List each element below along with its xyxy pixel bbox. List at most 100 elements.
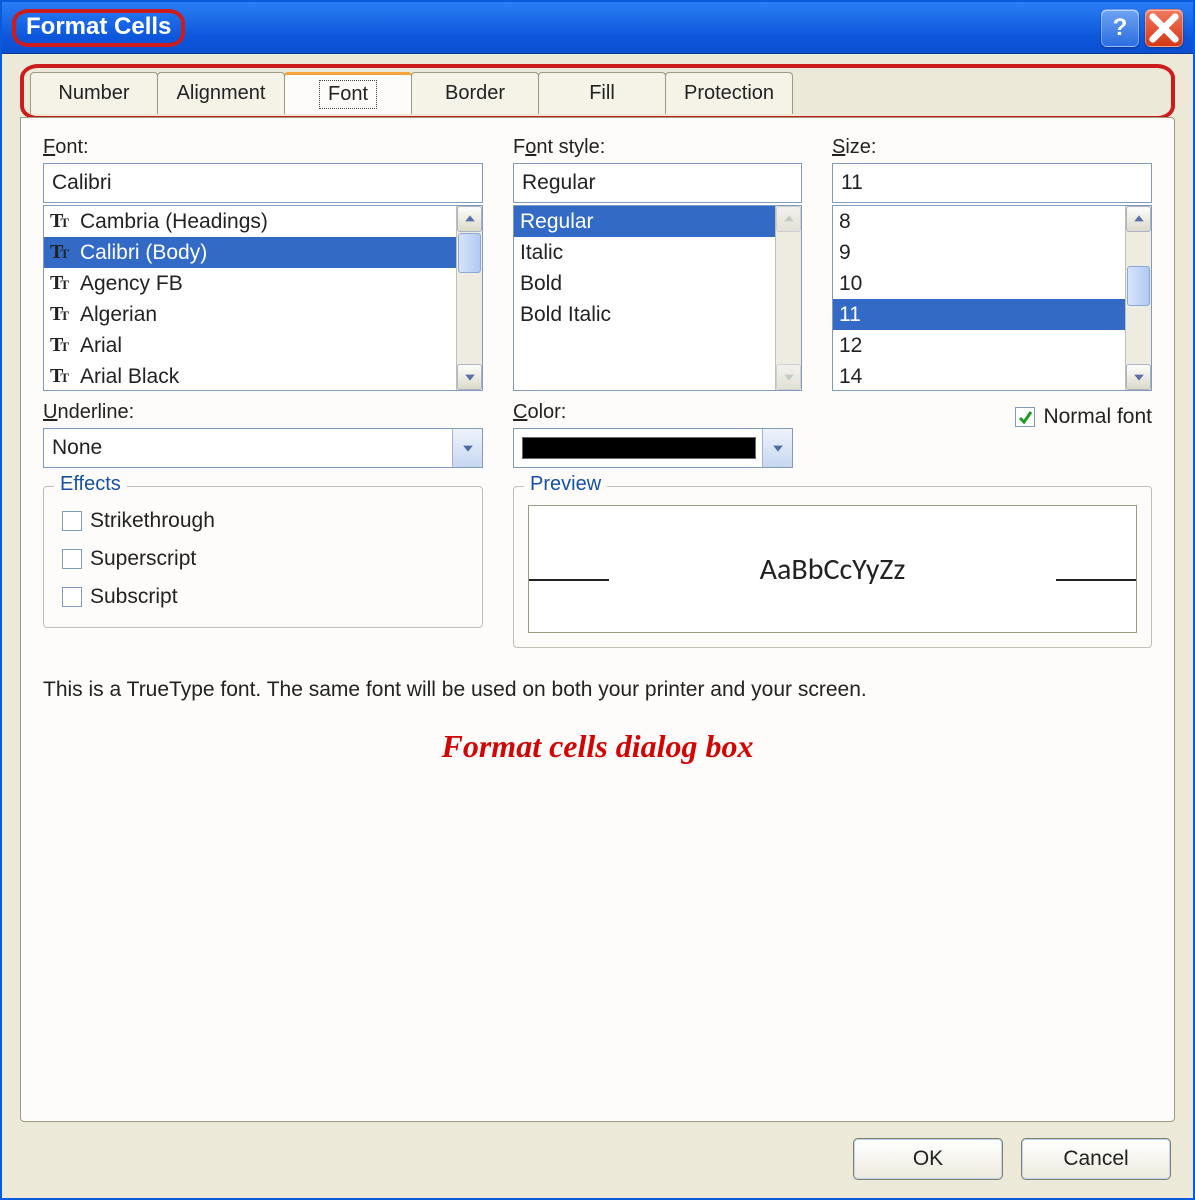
- scroll-up-button[interactable]: [457, 206, 482, 232]
- font-style-input[interactable]: [513, 163, 802, 203]
- list-item[interactable]: TTCambria (Headings): [44, 206, 456, 237]
- size-input[interactable]: [832, 163, 1152, 203]
- font-style-listbox[interactable]: RegularItalicBoldBold Italic: [513, 205, 802, 391]
- preview-box: AaBbCcYyZz: [528, 505, 1137, 633]
- tab-protection[interactable]: Protection: [665, 72, 793, 114]
- truetype-icon: TT: [50, 367, 74, 387]
- underline-column: Underline: None: [43, 401, 483, 468]
- effects-group: Effects StrikethroughSuperscriptSubscrip…: [43, 486, 483, 628]
- chevron-down-icon[interactable]: [762, 429, 792, 467]
- font-column: Font: TTCambria (Headings)TTCalibri (Bod…: [43, 136, 483, 391]
- underline-value: None: [52, 429, 452, 467]
- normal-font-checkbox[interactable]: Normal font: [1015, 401, 1152, 433]
- scroll-thumb[interactable]: [1127, 266, 1150, 306]
- preview-group: Preview AaBbCcYyZz: [513, 486, 1152, 648]
- subscript-checkbox[interactable]: Subscript: [62, 581, 464, 613]
- tab-label: Protection: [684, 82, 774, 105]
- tab-font[interactable]: Font: [284, 72, 412, 114]
- tab-number[interactable]: Number: [30, 72, 158, 114]
- checkbox-label: Superscript: [90, 547, 196, 571]
- cancel-button[interactable]: Cancel: [1021, 1138, 1171, 1180]
- list-item[interactable]: Italic: [514, 237, 775, 268]
- ok-button[interactable]: OK: [853, 1138, 1003, 1180]
- tab-label: Font: [322, 83, 374, 106]
- color-combo[interactable]: [513, 428, 793, 468]
- preview-group-col: Preview AaBbCcYyZz: [513, 486, 1152, 648]
- scroll-track[interactable]: [1126, 232, 1151, 364]
- preview-legend: Preview: [524, 473, 607, 496]
- tab-fill[interactable]: Fill: [538, 72, 666, 114]
- normal-font-label: Normal font: [1043, 405, 1152, 429]
- color-column: Color:: [513, 401, 793, 468]
- strikethrough-checkbox[interactable]: Strikethrough: [62, 505, 464, 537]
- truetype-icon: TT: [50, 305, 74, 325]
- underline-combo[interactable]: None: [43, 428, 483, 468]
- list-item[interactable]: 12: [833, 330, 1125, 361]
- scroll-up-button[interactable]: [1126, 206, 1151, 232]
- titlebar-controls: ?: [1101, 9, 1187, 47]
- list-item[interactable]: Bold: [514, 268, 775, 299]
- list-item-label: Agency FB: [80, 272, 183, 296]
- client-area: NumberAlignmentFontBorderFillProtection …: [2, 54, 1193, 1198]
- list-item[interactable]: TTAgency FB: [44, 268, 456, 299]
- font-style-label: Font style:: [513, 136, 802, 159]
- list-item[interactable]: TT Arial Black: [44, 361, 456, 390]
- list-item[interactable]: 14: [833, 361, 1125, 390]
- scroll-track: [776, 232, 801, 364]
- titlebar[interactable]: Format Cells ?: [2, 2, 1193, 54]
- tab-label: Fill: [589, 82, 615, 105]
- superscript-checkbox[interactable]: Superscript: [62, 543, 464, 575]
- tab-label: Number: [58, 82, 129, 105]
- list-item[interactable]: 11: [833, 299, 1125, 330]
- scroll-down-button[interactable]: [1126, 364, 1151, 390]
- scrollbar: [775, 206, 801, 390]
- tab-panel-font: Font: TTCambria (Headings)TTCalibri (Bod…: [20, 117, 1175, 1122]
- list-item[interactable]: 10: [833, 268, 1125, 299]
- format-cells-dialog: Format Cells ? Number Alignment Font Border…: [0, 0, 1195, 1200]
- list-item[interactable]: 8: [833, 206, 1125, 237]
- list-item[interactable]: TTAlgerian: [44, 299, 456, 330]
- font-label: Font:: [43, 136, 483, 159]
- effects-group-col: Effects StrikethroughSuperscriptSubscrip…: [43, 486, 483, 648]
- scrollbar[interactable]: [456, 206, 482, 390]
- tab-alignment[interactable]: Alignment: [157, 72, 285, 114]
- close-button[interactable]: [1145, 9, 1183, 47]
- list-item[interactable]: TT Arial: [44, 330, 456, 361]
- effects-legend: Effects: [54, 473, 127, 496]
- size-label: Size:: [832, 136, 1152, 159]
- truetype-icon: TT: [50, 212, 74, 232]
- size-listbox[interactable]: 8910111214: [832, 205, 1152, 391]
- checkbox-label: Subscript: [90, 585, 178, 609]
- font-input[interactable]: [43, 163, 483, 203]
- list-item-label: Calibri (Body): [80, 241, 207, 265]
- scroll-down-button[interactable]: [457, 364, 482, 390]
- list-item[interactable]: 9: [833, 237, 1125, 268]
- font-style-column: Font style: RegularItalicBoldBold Italic: [513, 136, 802, 391]
- truetype-icon: TT: [50, 336, 74, 356]
- tab-label: Border: [445, 82, 505, 105]
- checkbox-icon: [62, 511, 82, 531]
- scroll-thumb[interactable]: [458, 233, 481, 273]
- chevron-down-icon[interactable]: [452, 429, 482, 467]
- preview-sample: AaBbCcYyZz: [760, 551, 906, 588]
- color-swatch: [522, 437, 756, 459]
- scroll-down-button: [776, 364, 801, 390]
- tabs: Number Alignment Font Border Fill Protection: [30, 72, 1165, 114]
- scrollbar[interactable]: [1125, 206, 1151, 390]
- scroll-track[interactable]: [457, 232, 482, 364]
- color-label: Color:: [513, 401, 793, 424]
- checkbox-icon: [62, 587, 82, 607]
- help-button[interactable]: ?: [1101, 9, 1139, 47]
- list-item[interactable]: TTCalibri (Body): [44, 237, 456, 268]
- list-item[interactable]: Bold Italic: [514, 299, 775, 330]
- checkbox-label: Strikethrough: [90, 509, 215, 533]
- list-item[interactable]: Regular: [514, 206, 775, 237]
- list-item-label: Arial: [80, 334, 122, 358]
- dialog-buttons: OK Cancel: [20, 1122, 1175, 1184]
- checkbox-icon: [1015, 407, 1035, 427]
- font-note: This is a TrueType font. The same font w…: [43, 678, 1043, 702]
- tab-border[interactable]: Border: [411, 72, 539, 114]
- list-item-label: Arial Black: [80, 365, 179, 389]
- normal-font-column: Normal font: [823, 401, 1152, 468]
- font-listbox[interactable]: TTCambria (Headings)TTCalibri (Body)TTAg…: [43, 205, 483, 391]
